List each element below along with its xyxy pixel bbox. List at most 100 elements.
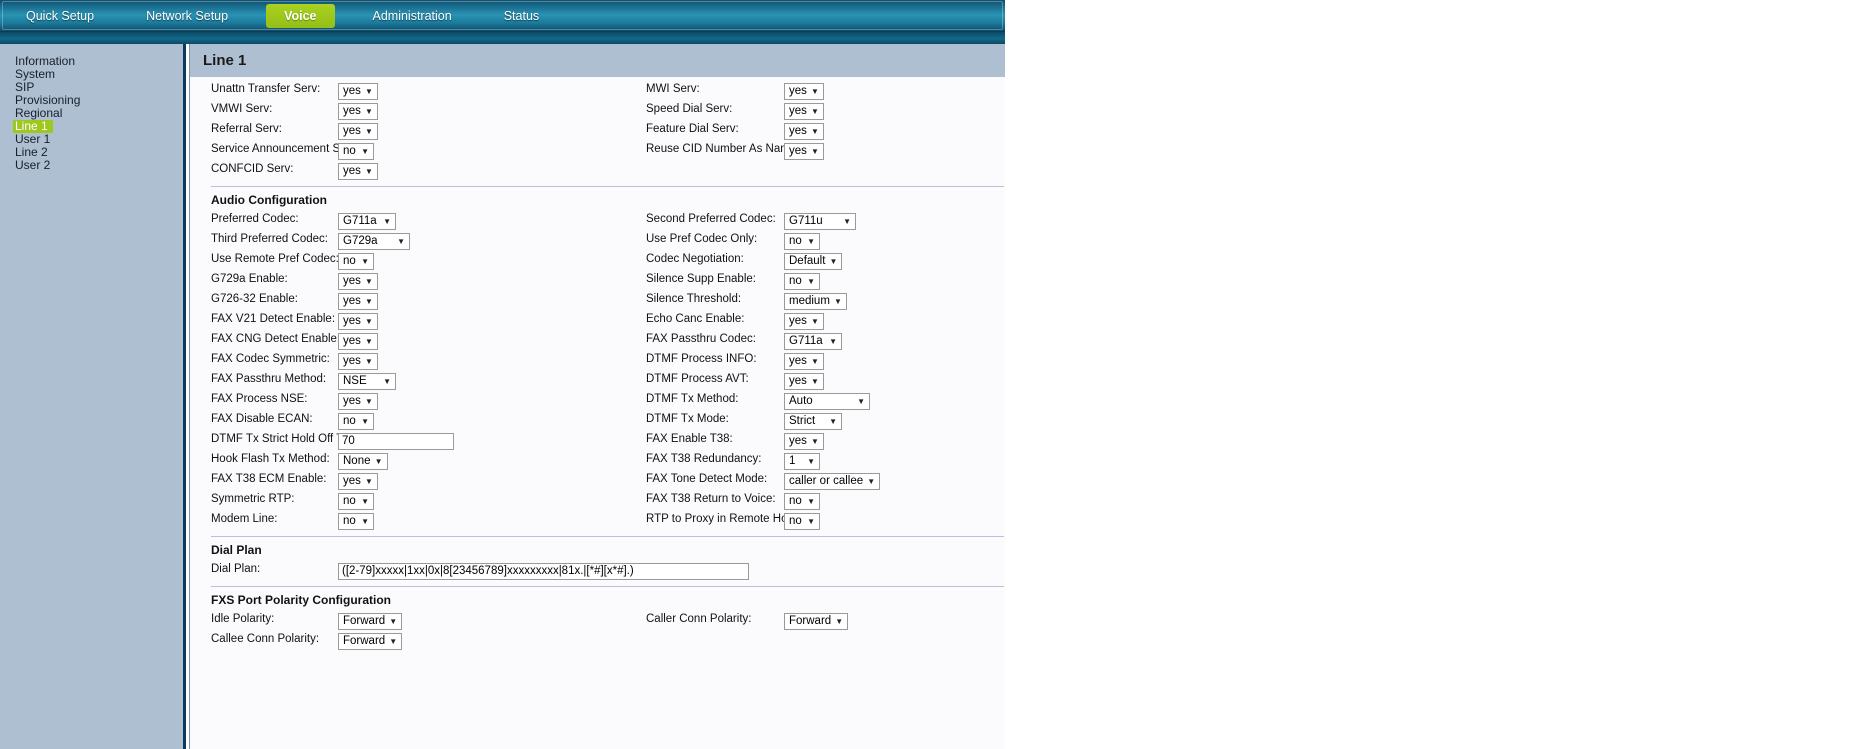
nav-tab-voice[interactable]: Voice — [266, 3, 335, 28]
third-preferred-codec-select[interactable]: G729a ▼ — [338, 233, 410, 250]
form-row: Use Remote Pref Codec: no ▼ Codec Negotiati… — [190, 251, 1005, 271]
form-row: FAX CNG Detect Enable: yes ▼ FAX Passthru C… — [190, 331, 1005, 351]
field-label: Caller Conn Polarity: — [646, 613, 752, 625]
preferred-codec-select[interactable]: G711a ▼ — [338, 213, 396, 230]
silence-supp-enable-select[interactable]: no ▼ — [784, 273, 820, 290]
dtmf-tx-strict-hold-off-time-input[interactable] — [338, 432, 454, 450]
chevron-down-icon: ▼ — [364, 316, 373, 326]
nav-tab-label: Quick Setup — [26, 8, 95, 23]
form-row: G726-32 Enable: yes ▼ Silence Threshold: med… — [190, 291, 1005, 311]
chevron-down-icon: ▼ — [810, 436, 819, 446]
fax-t38-ecm-enable-select[interactable]: yes ▼ — [338, 473, 378, 490]
fax-disable-ecan-select[interactable]: no ▼ — [338, 413, 374, 430]
fax-enable-t38-select[interactable]: yes ▼ — [784, 433, 824, 450]
form-row: Referral Serv: yes ▼ Feature Dial Serv: yes ▼ — [190, 121, 1005, 141]
field-label: Use Remote Pref Codec: — [211, 253, 339, 265]
select-value: G711a — [789, 335, 823, 347]
select-value: Default — [789, 255, 826, 267]
idle-polarity-select[interactable]: Forward ▼ — [338, 613, 403, 630]
caller-conn-polarity-select[interactable]: Forward ▼ — [784, 613, 849, 630]
form-row: Symmetric RTP: no ▼ FAX T38 Return to Voice… — [190, 491, 1005, 511]
select-value: yes — [343, 475, 361, 487]
sidebar-item-list: Information System SIP Provisioning Regional… — [0, 44, 183, 172]
echo-canc-enable-select[interactable]: yes ▼ — [784, 313, 824, 330]
chevron-down-icon: ▼ — [810, 86, 819, 96]
field-label: Echo Canc Enable: — [646, 313, 745, 325]
form-row: VMWI Serv: yes ▼ Speed Dial Serv: yes ▼ — [190, 101, 1005, 121]
dtmf-process-avt-select[interactable]: yes ▼ — [784, 373, 824, 390]
fax-cng-detect-enable-select[interactable]: yes ▼ — [338, 333, 378, 350]
form-row: Service Announcement Serv: no ▼ Reuse CID N… — [190, 141, 1005, 161]
field-wrapper: Forward ▼ — [338, 631, 403, 650]
dtmf-tx-method-select[interactable]: Auto ▼ — [784, 393, 870, 410]
chevron-down-icon: ▼ — [364, 396, 373, 406]
unattn-transfer-serv-select[interactable]: yes ▼ — [338, 83, 378, 100]
reuse-cid-number-as-name-select[interactable]: yes ▼ — [784, 143, 824, 160]
select-value: yes — [789, 315, 807, 327]
field-wrapper: no ▼ — [338, 141, 374, 160]
chevron-down-icon: ▼ — [810, 106, 819, 116]
callee-conn-polarity-select[interactable]: Forward ▼ — [338, 633, 403, 650]
form-row: FAX V21 Detect Enable: yes ▼ Echo Canc Enab… — [190, 311, 1005, 331]
silence-threshold-select[interactable]: medium ▼ — [784, 293, 847, 310]
field-label: G729a Enable: — [211, 273, 288, 285]
field-wrapper: yes ▼ — [338, 101, 378, 120]
referral-serv-select[interactable]: yes ▼ — [338, 123, 378, 140]
form-row: Idle Polarity: Forward ▼ Caller Conn Polari… — [190, 611, 1005, 631]
sidebar-item-user-2[interactable]: User 2 — [13, 159, 54, 172]
symmetric-rtp-select[interactable]: no ▼ — [338, 493, 374, 510]
select-value: no — [343, 145, 356, 157]
field-wrapper: Forward ▼ — [338, 611, 403, 630]
field-wrapper: yes ▼ — [784, 121, 824, 140]
field-label: Use Pref Codec Only: — [646, 233, 758, 245]
field-wrapper: None ▼ — [338, 451, 388, 470]
form-row: DTMF Tx Strict Hold Off Time:FAX Enable … — [190, 431, 1005, 451]
section-heading-audio-configuration: Audio Configuration — [211, 193, 327, 207]
feature-dial-serv-select[interactable]: yes ▼ — [784, 123, 824, 140]
fax-passthru-codec-select[interactable]: G711a ▼ — [784, 333, 842, 350]
codec-negotiation-select[interactable]: Default ▼ — [784, 253, 843, 270]
vmwi-serv-select[interactable]: yes ▼ — [338, 103, 378, 120]
field-label: Reuse CID Number As Name: — [646, 143, 800, 155]
field-wrapper: G711a ▼ — [338, 211, 396, 230]
dial-plan-input[interactable] — [338, 562, 749, 580]
nav-tab-status[interactable]: Status — [490, 4, 553, 28]
section-divider-dial-plan — [211, 536, 1004, 537]
mwi-serv-select[interactable]: yes ▼ — [784, 83, 824, 100]
g729a-enable-select[interactable]: yes ▼ — [338, 273, 378, 290]
fax-t38-redundancy-select[interactable]: 1 ▼ — [784, 453, 820, 470]
dtmf-process-info-select[interactable]: yes ▼ — [784, 353, 824, 370]
nav-tab-quick-setup[interactable]: Quick Setup — [12, 4, 108, 28]
field-wrapper: medium ▼ — [784, 291, 847, 310]
use-pref-codec-only-select[interactable]: no ▼ — [784, 233, 820, 250]
service-announcement-serv-select[interactable]: no ▼ — [338, 143, 374, 160]
field-wrapper: 1 ▼ — [784, 451, 820, 470]
confcid-serv-select[interactable]: yes ▼ — [338, 163, 378, 180]
fax-codec-symmetric-select[interactable]: yes ▼ — [338, 353, 378, 370]
use-remote-pref-codec-select[interactable]: no ▼ — [338, 253, 374, 270]
fax-tone-detect-mode-select[interactable]: caller or callee ▼ — [784, 473, 881, 490]
rtp-to-proxy-in-remote-hold-select[interactable]: no ▼ — [784, 513, 820, 530]
select-value: yes — [343, 355, 361, 367]
field-label: Codec Negotiation: — [646, 253, 744, 265]
fax-passthru-method-select[interactable]: NSE ▼ — [338, 373, 396, 390]
modem-line-select[interactable]: no ▼ — [338, 513, 374, 530]
nav-tab-administration[interactable]: Administration — [359, 4, 466, 28]
select-value: G729a — [343, 235, 378, 247]
field-wrapper: no ▼ — [338, 251, 374, 270]
nav-tab-network-setup[interactable]: Network Setup — [132, 4, 242, 28]
fax-process-nse-select[interactable]: yes ▼ — [338, 393, 378, 410]
dtmf-tx-mode-select[interactable]: Strict ▼ — [784, 413, 842, 430]
chevron-down-icon: ▼ — [364, 476, 373, 486]
form-row: Unattn Transfer Serv: yes ▼ MWI Serv: yes ▼ — [190, 81, 1005, 101]
fax-t38-return-to-voice-select[interactable]: no ▼ — [784, 493, 820, 510]
fax-v21-detect-enable-select[interactable]: yes ▼ — [338, 313, 378, 330]
hook-flash-tx-method-select[interactable]: None ▼ — [338, 453, 388, 470]
field-wrapper: yes ▼ — [338, 391, 378, 410]
field-wrapper: yes ▼ — [784, 141, 824, 160]
speed-dial-serv-select[interactable]: yes ▼ — [784, 103, 824, 120]
field-wrapper — [338, 431, 454, 450]
g726-32-enable-select[interactable]: yes ▼ — [338, 293, 378, 310]
field-wrapper: yes ▼ — [338, 291, 378, 310]
second-preferred-codec-select[interactable]: G711u ▼ — [784, 213, 856, 230]
